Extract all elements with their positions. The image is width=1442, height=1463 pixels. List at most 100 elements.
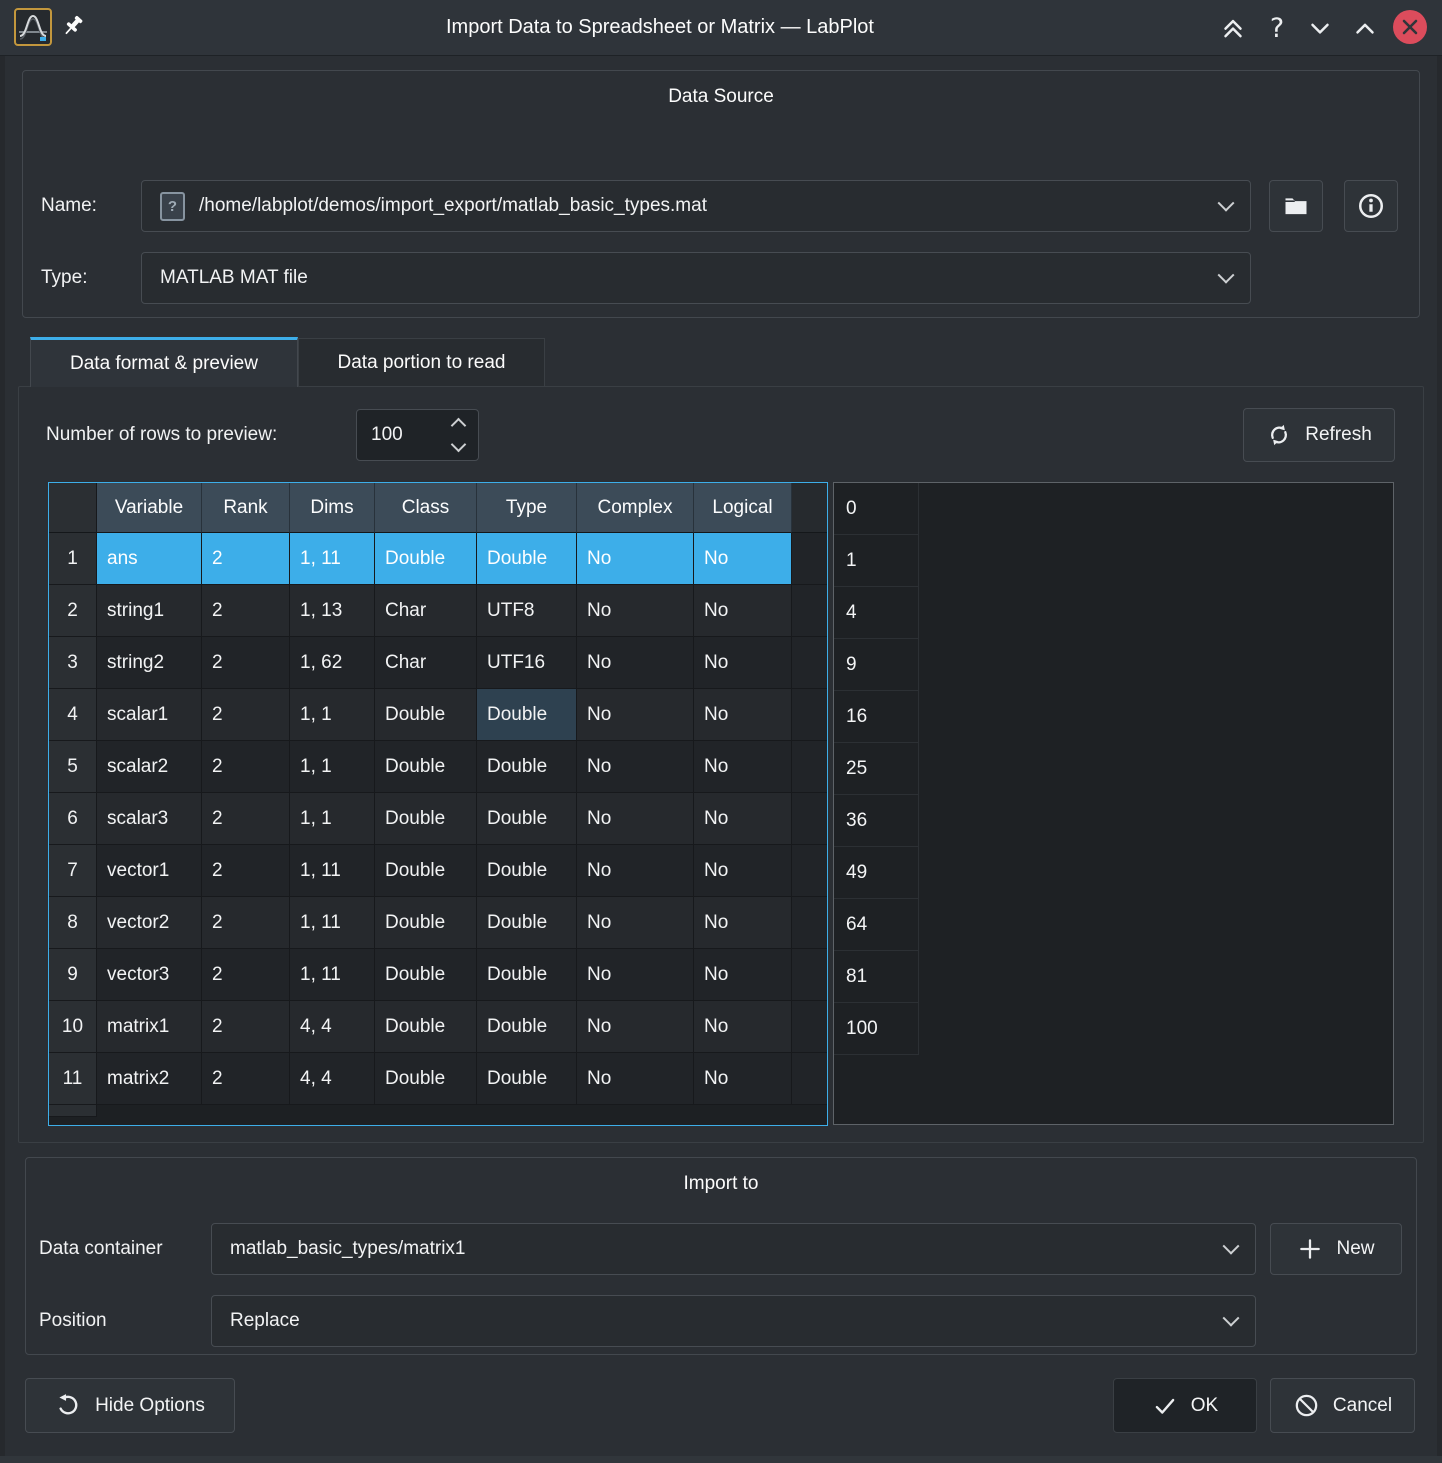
table-cell[interactable]: No: [694, 845, 792, 897]
row-number[interactable]: 9: [49, 949, 97, 1001]
table-row[interactable]: 4scalar121, 1DoubleDoubleNoNo: [49, 689, 827, 741]
table-cell[interactable]: UTF8: [477, 585, 577, 637]
table-cell[interactable]: No: [694, 741, 792, 793]
row-number[interactable]: 5: [49, 741, 97, 793]
table-cell[interactable]: 1, 1: [290, 689, 375, 741]
table-cell[interactable]: Double: [477, 897, 577, 949]
row-number[interactable]: 4: [49, 689, 97, 741]
row-number[interactable]: 7: [49, 845, 97, 897]
minimize-button[interactable]: [1303, 11, 1337, 45]
table-cell[interactable]: 2: [202, 637, 290, 689]
table-cell[interactable]: No: [577, 793, 694, 845]
table-cell[interactable]: Double: [477, 793, 577, 845]
position-combobox[interactable]: Replace: [211, 1295, 1256, 1347]
table-cell[interactable]: Double: [477, 741, 577, 793]
column-header-complex[interactable]: Complex: [577, 483, 694, 533]
table-cell[interactable]: 2: [202, 741, 290, 793]
maximize-button[interactable]: [1348, 11, 1382, 45]
row-number[interactable]: 11: [49, 1053, 97, 1105]
row-number[interactable]: 6: [49, 793, 97, 845]
row-number[interactable]: 2: [49, 585, 97, 637]
table-cell[interactable]: No: [694, 1053, 792, 1105]
column-header-rank[interactable]: Rank: [202, 483, 290, 533]
column-header-class[interactable]: Class: [375, 483, 477, 533]
table-cell[interactable]: vector2: [97, 897, 202, 949]
table-cell[interactable]: No: [577, 949, 694, 1001]
rows-spinbox[interactable]: 100: [356, 409, 479, 461]
table-row[interactable]: 3string221, 62CharUTF16NoNo: [49, 637, 827, 689]
table-row[interactable]: 6scalar321, 1DoubleDoubleNoNo: [49, 793, 827, 845]
table-cell[interactable]: ans: [97, 533, 202, 585]
preview-cell[interactable]: 49: [834, 847, 919, 899]
filetype-combobox[interactable]: MATLAB MAT file: [141, 252, 1251, 304]
table-cell[interactable]: 2: [202, 793, 290, 845]
table-cell[interactable]: No: [577, 585, 694, 637]
table-row[interactable]: 7vector121, 11DoubleDoubleNoNo: [49, 845, 827, 897]
table-cell[interactable]: Double: [375, 741, 477, 793]
keep-above-button[interactable]: [1216, 11, 1250, 45]
file-info-button[interactable]: [1344, 180, 1398, 232]
table-cell[interactable]: 1, 11: [290, 949, 375, 1001]
table-row[interactable]: 1ans21, 11DoubleDoubleNoNo: [49, 533, 827, 585]
app-icon[interactable]: [14, 8, 52, 46]
table-cell[interactable]: Double: [477, 1001, 577, 1053]
table-cell[interactable]: No: [577, 1053, 694, 1105]
preview-cell[interactable]: 25: [834, 743, 919, 795]
table-row[interactable]: 11matrix224, 4DoubleDoubleNoNo: [49, 1053, 827, 1105]
table-cell[interactable]: matrix2: [97, 1053, 202, 1105]
table-row[interactable]: 10matrix124, 4DoubleDoubleNoNo: [49, 1001, 827, 1053]
column-header-variable[interactable]: Variable: [97, 483, 202, 533]
table-cell[interactable]: scalar1: [97, 689, 202, 741]
table-cell[interactable]: matrix1: [97, 1001, 202, 1053]
preview-cell[interactable]: 81: [834, 951, 919, 1003]
preview-cell[interactable]: 1: [834, 535, 919, 587]
tab-data-portion-to-read[interactable]: Data portion to read: [298, 338, 545, 386]
table-cell[interactable]: Double: [477, 949, 577, 1001]
column-header-type[interactable]: Type: [477, 483, 577, 533]
table-cell[interactable]: Double: [477, 689, 577, 741]
table-cell[interactable]: Double: [375, 689, 477, 741]
cancel-button[interactable]: Cancel: [1270, 1378, 1415, 1433]
table-cell[interactable]: 1, 62: [290, 637, 375, 689]
preview-cell[interactable]: 4: [834, 587, 919, 639]
preview-cell[interactable]: 100: [834, 1003, 919, 1055]
hide-options-button[interactable]: Hide Options: [25, 1378, 235, 1433]
table-cell[interactable]: 2: [202, 897, 290, 949]
table-cell[interactable]: Double: [477, 533, 577, 585]
table-cell[interactable]: 2: [202, 585, 290, 637]
table-cell[interactable]: 1, 1: [290, 793, 375, 845]
table-cell[interactable]: No: [694, 689, 792, 741]
table-cell[interactable]: scalar2: [97, 741, 202, 793]
refresh-button[interactable]: Refresh: [1243, 408, 1395, 462]
table-cell[interactable]: Double: [375, 793, 477, 845]
table-cell[interactable]: 4, 4: [290, 1053, 375, 1105]
table-cell[interactable]: No: [694, 637, 792, 689]
table-cell[interactable]: vector3: [97, 949, 202, 1001]
table-cell[interactable]: Char: [375, 637, 477, 689]
table-cell[interactable]: 1, 1: [290, 741, 375, 793]
table-cell[interactable]: Double: [375, 1001, 477, 1053]
table-cell[interactable]: No: [577, 637, 694, 689]
table-cell[interactable]: No: [694, 897, 792, 949]
table-cell[interactable]: scalar3: [97, 793, 202, 845]
table-cell[interactable]: 2: [202, 1001, 290, 1053]
table-cell[interactable]: Double: [375, 897, 477, 949]
preview-cell[interactable]: 64: [834, 899, 919, 951]
row-number[interactable]: 1: [49, 533, 97, 585]
column-header-dims[interactable]: Dims: [290, 483, 375, 533]
table-cell[interactable]: Double: [375, 845, 477, 897]
preview-cell[interactable]: 36: [834, 795, 919, 847]
table-cell[interactable]: No: [694, 949, 792, 1001]
table-cell[interactable]: 1, 11: [290, 845, 375, 897]
table-row[interactable]: 5scalar221, 1DoubleDoubleNoNo: [49, 741, 827, 793]
table-cell[interactable]: 2: [202, 1053, 290, 1105]
table-cell[interactable]: No: [577, 845, 694, 897]
table-cell[interactable]: No: [577, 1001, 694, 1053]
pin-icon[interactable]: [60, 13, 88, 41]
column-header-logical[interactable]: Logical: [694, 483, 792, 533]
table-row[interactable]: 9vector321, 11DoubleDoubleNoNo: [49, 949, 827, 1001]
close-button[interactable]: [1393, 10, 1427, 44]
table-cell[interactable]: No: [577, 689, 694, 741]
spin-up-icon[interactable]: [451, 418, 467, 434]
table-cell[interactable]: Double: [477, 845, 577, 897]
